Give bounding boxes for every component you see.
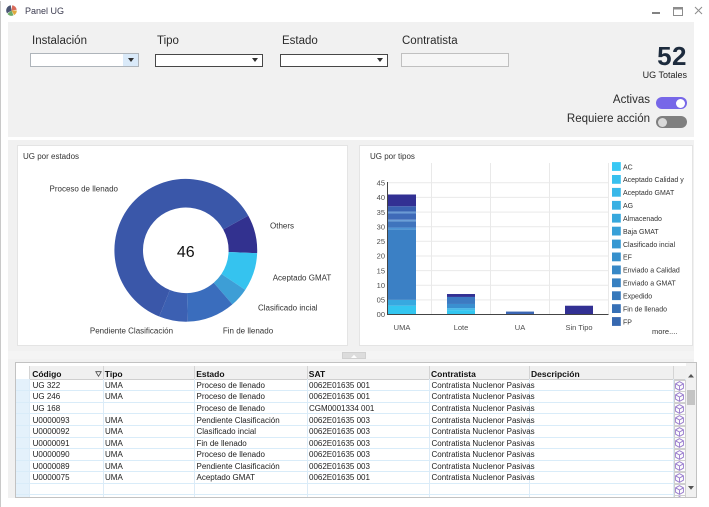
svg-text:35: 35 [377, 208, 385, 217]
svg-text:UMA: UMA [394, 323, 411, 332]
svg-text:00: 00 [377, 310, 385, 319]
svg-text:30: 30 [377, 222, 385, 231]
svg-text:Fin de llenado: Fin de llenado [223, 327, 274, 336]
svg-text:20: 20 [377, 252, 385, 261]
svg-text:AC: AC [623, 164, 633, 171]
svg-text:Proceso de llenado: Proceso de llenado [50, 185, 119, 194]
svg-text:Sin Tipo: Sin Tipo [565, 323, 592, 332]
svg-text:Expedido: Expedido [623, 294, 652, 301]
svg-text:46: 46 [177, 244, 195, 261]
svg-text:10: 10 [377, 281, 385, 290]
svg-text:AG: AG [623, 203, 633, 210]
svg-text:45: 45 [377, 179, 385, 188]
svg-text:Clasificado incial: Clasificado incial [258, 304, 318, 313]
svg-text:15: 15 [377, 266, 385, 275]
svg-text:FP: FP [623, 319, 632, 326]
svg-text:Almacenado: Almacenado [623, 216, 662, 223]
svg-text:Aceptado Calidad y: Aceptado Calidad y [623, 177, 684, 184]
svg-text:UA: UA [515, 323, 525, 332]
svg-text:Baja GMAT: Baja GMAT [623, 229, 659, 236]
svg-text:Enviado a GMAT: Enviado a GMAT [623, 281, 677, 288]
svg-text:25: 25 [377, 237, 385, 246]
svg-text:Aceptado GMAT: Aceptado GMAT [273, 274, 332, 283]
svg-text:Others: Others [270, 222, 294, 231]
svg-text:Lote: Lote [454, 323, 469, 332]
svg-text:Pendiente Clasificación: Pendiente Clasificación [90, 327, 173, 336]
svg-text:Enviado a Calidad: Enviado a Calidad [623, 268, 680, 275]
svg-text:05: 05 [377, 296, 385, 305]
svg-text:Aceptado GMAT: Aceptado GMAT [623, 190, 675, 197]
svg-text:Fin de llenado: Fin de llenado [623, 306, 667, 313]
svg-text:more....: more.... [652, 327, 677, 336]
svg-text:40: 40 [377, 193, 385, 202]
svg-text:Clasificado incial: Clasificado incial [623, 242, 676, 249]
svg-text:EF: EF [623, 255, 632, 262]
